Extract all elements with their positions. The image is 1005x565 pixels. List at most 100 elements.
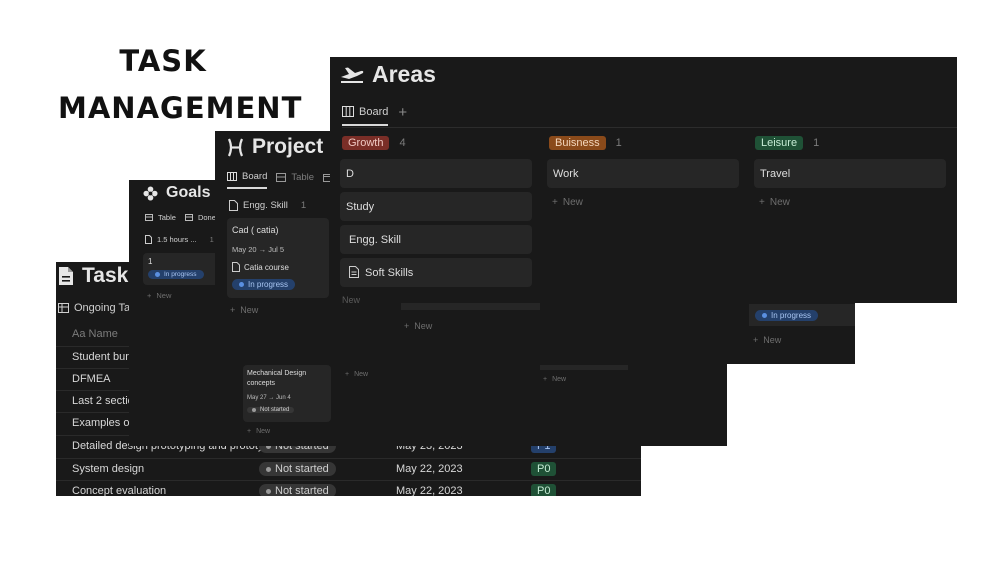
plus-icon: + [345, 371, 350, 378]
board-icon [342, 106, 354, 117]
add-view-button[interactable]: + [398, 104, 407, 127]
table-row[interactable]: Concept evaluation Not started May 22, 2… [56, 480, 641, 496]
plus-icon: + [759, 197, 765, 208]
tab-table[interactable]: Table [145, 213, 176, 227]
areas-lower-strip-2: + New [540, 300, 630, 390]
plus-icon: + [398, 104, 408, 121]
tab-label: Board [359, 105, 389, 118]
group-header-buisness: Buisness 1 [549, 136, 622, 150]
areas-tabbar: Board + [342, 104, 957, 128]
tab-board[interactable]: Board [342, 105, 389, 126]
group-label: 1.5 hours ... [157, 235, 197, 244]
new-label: New [342, 295, 361, 303]
flower-icon [143, 185, 158, 201]
project-card[interactable]: Mechanical Design concepts May 27 → Jun … [243, 365, 331, 422]
task-date: May 22, 2023 [396, 463, 463, 475]
tab-table[interactable]: Table [276, 172, 314, 188]
group-label: Engg. Skill [243, 200, 288, 211]
new-button[interactable]: + New [230, 305, 258, 315]
areas-heading: Areas [340, 61, 436, 88]
card-title: Travel [760, 168, 791, 180]
group-count: 1 [300, 200, 307, 211]
group-header-leisure: Leisure 1 [755, 136, 819, 150]
column-header-name: Aa Name [72, 328, 118, 340]
group-tag[interactable]: Leisure [755, 136, 804, 150]
slide-title-line-1: TASK [119, 44, 207, 78]
page-icon [145, 235, 152, 244]
status-badge: In progress [755, 310, 819, 321]
plus-icon: + [543, 376, 548, 383]
slide-title-line-2: MANAGEMENT [58, 91, 303, 125]
area-card[interactable]: Work [547, 159, 739, 188]
card-subpage[interactable]: Catia course [232, 262, 289, 272]
task-name: DFMEA [72, 373, 111, 385]
status-badge: In progress [232, 279, 296, 290]
priority-badge[interactable]: P0 [531, 484, 557, 496]
tab-done[interactable]: Done [184, 213, 216, 227]
table-row[interactable]: System design Not started May 22, 2023 P… [56, 458, 641, 480]
card-title: Soft Skills [365, 267, 414, 279]
new-label: New [763, 335, 782, 345]
area-card[interactable]: Soft Skills [340, 258, 532, 287]
task-date: May 22, 2023 [396, 485, 463, 496]
project-card[interactable]: Cad ( catia) May 20 → Jul 5 Catia course… [227, 218, 329, 298]
page-icon [229, 200, 238, 211]
card-title: Work [553, 168, 579, 180]
plus-icon: + [552, 197, 558, 208]
task-name: System design [72, 463, 145, 475]
group-count: 4 [399, 137, 406, 149]
new-label: New [552, 376, 567, 383]
table-icon [145, 214, 153, 221]
new-button[interactable]: + New [753, 335, 781, 345]
area-card[interactable]: D [340, 159, 532, 188]
area-card[interactable]: Travel [754, 159, 946, 188]
group-tag[interactable]: Growth [342, 136, 390, 150]
new-label: New [256, 428, 271, 435]
group-tag[interactable]: Buisness [549, 136, 606, 150]
areas-window: Areas Board + Growth 4 D Study Engg. Ski… [330, 57, 957, 303]
tab-label: Board [242, 171, 268, 182]
group-count: 1 [615, 137, 622, 149]
new-button[interactable]: + New [147, 291, 171, 300]
card-dates: May 20 → Jul 5 [232, 245, 285, 254]
board-icon [227, 172, 237, 181]
project-window: Project Board Table Engg. Skill 1 Cad ( … [215, 131, 333, 441]
tab-label: Done [197, 213, 216, 222]
table-icon [184, 214, 193, 221]
new-button[interactable]: + New [552, 197, 583, 208]
new-button[interactable]: + New [404, 321, 432, 331]
subpage-label: Catia course [244, 262, 289, 272]
plus-icon: + [230, 305, 236, 315]
goals-heading: Goals [143, 184, 210, 202]
plus-icon: + [753, 335, 759, 345]
group-count: 1 [209, 235, 214, 244]
card-title: Mechanical Design concepts [247, 370, 307, 387]
new-button-partial[interactable]: New [342, 295, 402, 303]
new-button[interactable]: + New [543, 376, 566, 383]
new-label: New [156, 291, 172, 300]
new-label: New [354, 371, 369, 378]
plus-icon: + [404, 321, 410, 331]
new-label: New [562, 197, 583, 208]
plus-icon: + [147, 291, 152, 300]
areas-title: Areas [372, 61, 436, 87]
tab-label: Table [291, 172, 315, 183]
status-badge[interactable]: Not started [259, 484, 336, 496]
plus-icon: + [247, 428, 252, 435]
area-card[interactable]: Engg. Skill [340, 225, 532, 254]
areas-lower-strip: + New + New [333, 296, 561, 382]
new-button[interactable]: + New [345, 371, 368, 378]
area-card[interactable]: Study [340, 192, 532, 221]
status-badge[interactable]: Not started [259, 462, 336, 476]
goals-group-header: 1.5 hours ... 1 [145, 235, 214, 244]
table-icon [58, 303, 69, 313]
slide-title: TASK MANAGEMENT [58, 38, 303, 132]
tab-board[interactable]: Board [227, 171, 268, 189]
goal-card[interactable]: 1 In progress [143, 253, 223, 285]
new-button[interactable]: + New [759, 197, 790, 208]
priority-badge[interactable]: P0 [531, 462, 557, 476]
card-dates: May 27 → Jun 4 [247, 395, 291, 401]
project-title: Project [252, 135, 324, 158]
new-button[interactable]: + New [247, 428, 270, 435]
card-title: Engg. Skill [349, 234, 401, 246]
